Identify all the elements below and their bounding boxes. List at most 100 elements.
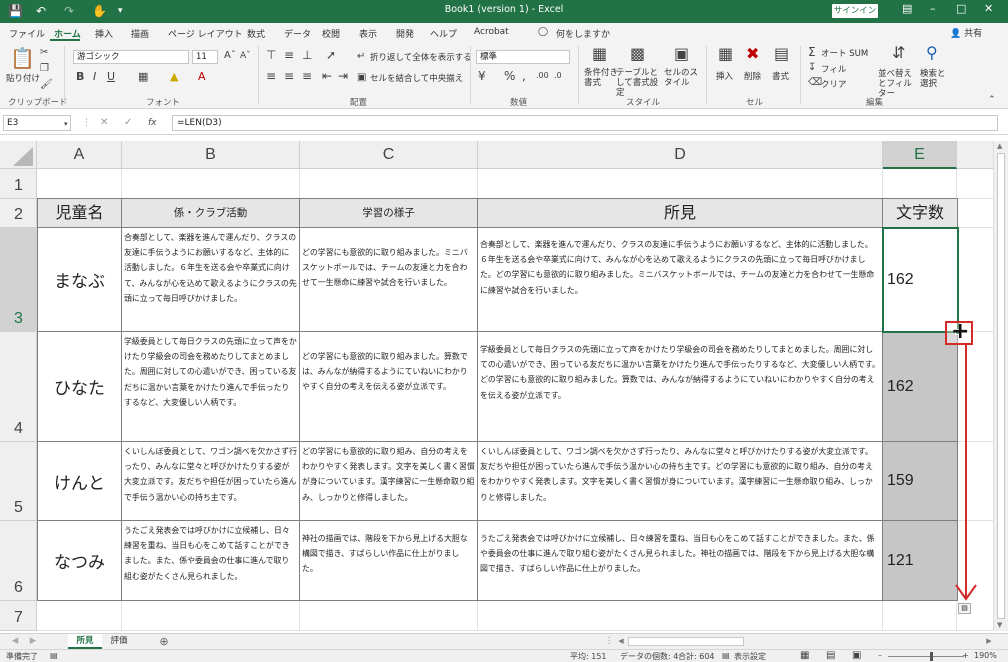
- select-all-corner[interactable]: [0, 141, 37, 169]
- tab-draw[interactable]: 描画: [131, 27, 149, 40]
- cell-a4[interactable]: ひなた: [38, 332, 122, 442]
- delete-cells-button[interactable]: 削除: [744, 70, 761, 82]
- cell-c3[interactable]: どの学習にも意欲的に取り組みました。ミニバスケットボールでは、チームの友達と力を…: [300, 228, 478, 332]
- sheet-tab-hyouka[interactable]: 評価: [104, 634, 134, 649]
- cell-b6[interactable]: うたごえ発表会では呼びかけに立候補し、日々練習を重ね、当日も心をこめて話すことが…: [122, 521, 300, 601]
- percent-icon[interactable]: %: [504, 70, 515, 82]
- scroll-right-icon[interactable]: ▶: [984, 634, 994, 649]
- column-header-c[interactable]: C: [300, 141, 478, 169]
- align-top-icon[interactable]: ⊤: [266, 49, 276, 61]
- cell-a3[interactable]: まなぶ: [38, 228, 122, 332]
- cell-a2[interactable]: 児童名: [38, 199, 122, 228]
- autofill-options-icon[interactable]: ▤: [958, 603, 971, 614]
- currency-icon[interactable]: ¥: [478, 70, 486, 82]
- add-sheet-icon[interactable]: ⊕: [156, 634, 172, 649]
- zoom-slider-track[interactable]: [888, 656, 964, 657]
- next-sheet-icon[interactable]: ▶: [26, 634, 40, 649]
- cell-c2[interactable]: 学習の様子: [300, 199, 478, 228]
- cell-b3[interactable]: 合奏部として、楽器を進んで運んだり、クラスの友達に手伝うようにお願いするなど、主…: [122, 228, 300, 332]
- format-painter-icon[interactable]: 🖌: [40, 79, 53, 91]
- zoom-level[interactable]: 190%: [974, 651, 997, 660]
- cell-d5[interactable]: くいしんぼ委員として、ワゴン調べを欠かさず行ったり、みんなに堂々と呼びかけたりす…: [478, 442, 883, 521]
- insert-function-icon[interactable]: fx: [148, 117, 157, 129]
- macro-record-icon[interactable]: ▤: [50, 651, 58, 660]
- orientation-icon[interactable]: ➚: [326, 49, 336, 61]
- prev-sheet-icon[interactable]: ◀: [8, 634, 22, 649]
- row-header-5[interactable]: 5: [0, 442, 37, 521]
- font-color-icon[interactable]: A: [198, 71, 206, 83]
- cell-e5[interactable]: 159: [883, 442, 958, 521]
- cell-d3[interactable]: 合奏部として、楽器を進んで運んだり、クラスの友達に手伝うようにお願いするなど、主…: [478, 228, 883, 332]
- tab-formulas[interactable]: 数式: [247, 27, 265, 40]
- zoom-slider-thumb[interactable]: [930, 652, 933, 661]
- tab-acrobat[interactable]: Acrobat: [474, 27, 509, 37]
- align-left-icon[interactable]: ≡: [266, 70, 276, 82]
- close-icon[interactable]: ✕: [984, 2, 993, 15]
- format-cells-button[interactable]: 書式: [772, 70, 789, 82]
- increase-indent-icon[interactable]: ⇥: [338, 70, 348, 82]
- display-settings-button[interactable]: 表示設定: [734, 651, 766, 662]
- row-header-7[interactable]: 7: [0, 601, 37, 631]
- enter-icon[interactable]: ✓: [124, 117, 132, 129]
- italic-icon[interactable]: I: [93, 71, 96, 83]
- fill-button[interactable]: フィル: [821, 63, 846, 75]
- zoom-out-icon[interactable]: –: [878, 651, 882, 660]
- row-header-2[interactable]: 2: [0, 199, 37, 228]
- worksheet-grid[interactable]: A B C D E 1 2 3 4 5 6 7 児童名 係・クラブ活動 学習の様…: [0, 141, 993, 631]
- comma-icon[interactable]: ,: [522, 70, 526, 82]
- shrink-font-icon[interactable]: Aˇ: [240, 50, 251, 62]
- column-header-b[interactable]: B: [122, 141, 300, 169]
- wrap-text-button[interactable]: 折り返して全体を表示する: [370, 51, 472, 63]
- cell-c5[interactable]: どの学習にも意欲的に取り組み、自分の考えをわかりやすく発表します。文字を美しく書…: [300, 442, 478, 521]
- autosum-button[interactable]: オート SUM: [821, 47, 868, 59]
- horizontal-scroll-thumb[interactable]: [628, 637, 744, 646]
- scroll-down-icon[interactable]: ▼: [997, 621, 1002, 629]
- tab-insert[interactable]: 挿入: [95, 27, 113, 40]
- font-size-select[interactable]: 11: [192, 50, 218, 64]
- decrease-decimal-icon[interactable]: .0: [554, 70, 562, 82]
- name-box[interactable]: E3: [3, 115, 71, 131]
- cell-b4[interactable]: 学級委員として毎日クラスの先頭に立って声をかけたり学級会の司会を務めたりしてまと…: [122, 332, 300, 442]
- cancel-icon[interactable]: ✕: [100, 117, 108, 129]
- column-header-f[interactable]: [957, 141, 993, 169]
- clear-button[interactable]: クリア: [821, 78, 847, 90]
- align-center-icon[interactable]: ≡: [284, 70, 294, 82]
- find-select-button[interactable]: 検索と選択: [920, 69, 950, 89]
- cell-b5[interactable]: くいしんぼ委員として、ワゴン調べを欠かさず行ったり、みんなに堂々と呼びかけたりす…: [122, 442, 300, 521]
- underline-icon[interactable]: U: [107, 71, 115, 83]
- cell-e2[interactable]: 文字数: [883, 199, 958, 228]
- share-button[interactable]: 👤 共有: [950, 26, 982, 39]
- increase-decimal-icon[interactable]: .00: [536, 70, 549, 82]
- tell-me-box[interactable]: 何をしますか: [556, 27, 610, 40]
- signin-button[interactable]: サインイン: [832, 4, 878, 18]
- number-format-select[interactable]: 標準: [476, 50, 570, 64]
- row-header-3[interactable]: 3: [0, 228, 37, 332]
- tab-page-layout[interactable]: ページ レイアウト: [168, 27, 243, 40]
- scroll-left-icon[interactable]: ◀: [616, 634, 626, 649]
- maximize-icon[interactable]: □: [956, 2, 966, 15]
- fill-color-icon[interactable]: ▲: [170, 71, 178, 83]
- cell-b2[interactable]: 係・クラブ活動: [122, 199, 300, 228]
- vertical-scrollbar[interactable]: ▲ ▼: [993, 141, 1008, 631]
- insert-cells-button[interactable]: 挿入: [716, 70, 733, 82]
- formula-input[interactable]: =LEN(D3): [172, 115, 998, 131]
- cell-a6[interactable]: なつみ: [38, 521, 122, 601]
- tab-data[interactable]: データ: [284, 27, 311, 40]
- page-break-view-icon[interactable]: ▣: [852, 651, 861, 661]
- sort-filter-button[interactable]: 並べ替えとフィルター: [878, 69, 918, 99]
- grow-font-icon[interactable]: Aˆ: [224, 50, 236, 62]
- tab-review[interactable]: 校閲: [322, 27, 340, 40]
- row-header-6[interactable]: 6: [0, 521, 37, 601]
- column-header-e[interactable]: E: [883, 141, 957, 169]
- align-right-icon[interactable]: ≡: [302, 70, 312, 82]
- normal-view-icon[interactable]: ▦: [800, 651, 809, 661]
- borders-icon[interactable]: ▦: [138, 71, 148, 83]
- cell-e4[interactable]: 162: [883, 332, 958, 442]
- minimize-icon[interactable]: –: [930, 2, 936, 15]
- align-middle-icon[interactable]: ≡: [284, 49, 294, 61]
- cell-a5[interactable]: けんと: [38, 442, 122, 521]
- row-header-1[interactable]: 1: [0, 169, 37, 199]
- column-header-d[interactable]: D: [478, 141, 883, 169]
- cell-e6[interactable]: 121: [883, 521, 958, 601]
- merge-center-button[interactable]: セルを結合して中央揃え: [370, 72, 463, 84]
